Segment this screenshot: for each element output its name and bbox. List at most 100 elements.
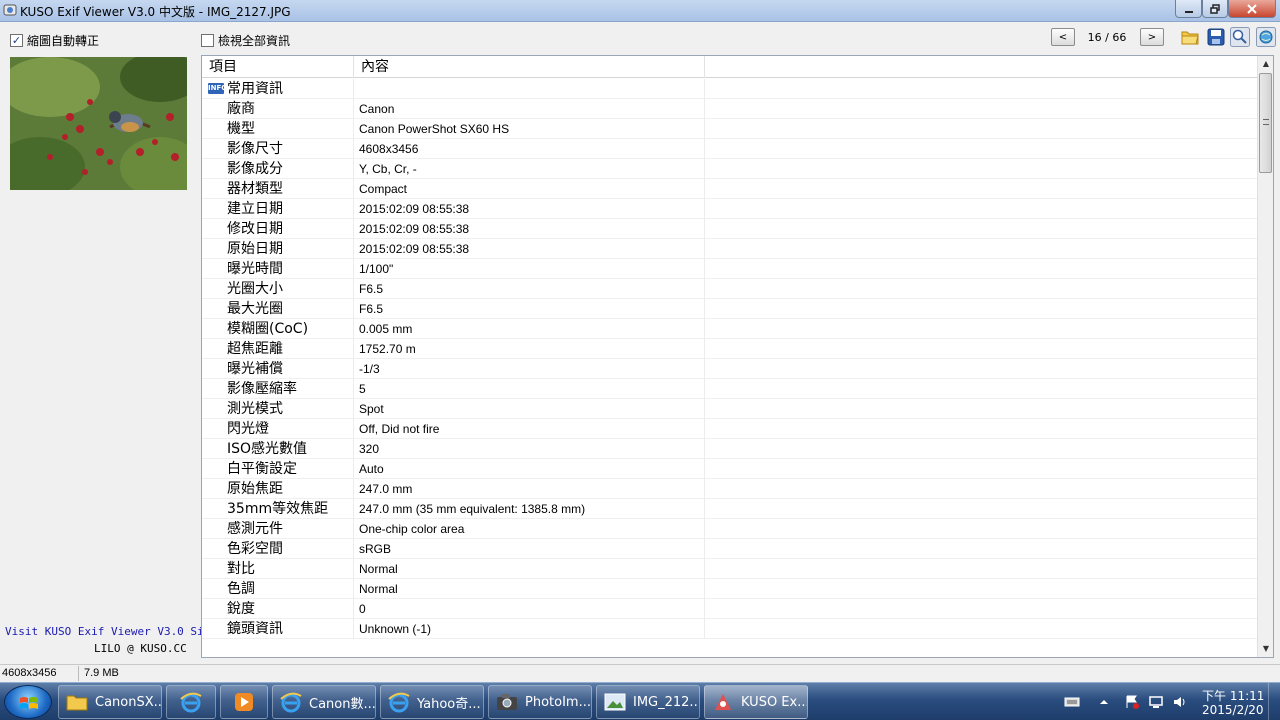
clock-date[interactable]: 2015/2/20 bbox=[1202, 703, 1264, 717]
close-button[interactable] bbox=[1228, 0, 1276, 18]
table-row[interactable]: 對比 Normal bbox=[202, 559, 1258, 579]
table-row[interactable]: 原始焦距 247.0 mm bbox=[202, 479, 1258, 499]
table-row[interactable]: 白平衡設定 Auto bbox=[202, 459, 1258, 479]
item-cell: 超焦距離 bbox=[202, 339, 354, 359]
status-divider bbox=[78, 666, 79, 681]
scrollbar-thumb[interactable] bbox=[1259, 73, 1272, 173]
table-row[interactable]: 鏡頭資訊 Unknown (-1) bbox=[202, 619, 1258, 639]
table-row[interactable]: 35mm等效焦距 247.0 mm (35 mm equivalent: 1385… bbox=[202, 499, 1258, 519]
taskbar-button[interactable]: Canon數... bbox=[272, 685, 376, 719]
table-row[interactable]: 色調 Normal bbox=[202, 579, 1258, 599]
table-row[interactable]: 測光模式 Spot bbox=[202, 399, 1258, 419]
table-row[interactable]: 修改日期 2015:02:09 08:55:38 bbox=[202, 219, 1258, 239]
table-row[interactable]: 曝光補償 -1/3 bbox=[202, 359, 1258, 379]
keyboard-icon[interactable] bbox=[1064, 694, 1080, 710]
value-cell: One-chip color area bbox=[354, 519, 705, 539]
next-image-button[interactable]: > bbox=[1140, 28, 1164, 46]
taskbar-button-label: KUSO Ex... bbox=[741, 694, 808, 710]
value-cell: 2015:02:09 08:55:38 bbox=[354, 239, 705, 259]
item-cell: 器材類型 bbox=[202, 179, 354, 199]
table-row[interactable]: 模糊圈(CoC) 0.005 mm bbox=[202, 319, 1258, 339]
table-row[interactable]: ISO感光數值 320 bbox=[202, 439, 1258, 459]
show-all-label: 檢視全部資訊 bbox=[218, 34, 291, 48]
item-cell: 影像尺寸 bbox=[202, 139, 354, 159]
table-row[interactable]: 最大光圈 F6.5 bbox=[202, 299, 1258, 319]
action-center-flag-icon[interactable] bbox=[1124, 694, 1140, 710]
table-row[interactable]: 曝光時間 1/100" bbox=[202, 259, 1258, 279]
start-button[interactable] bbox=[4, 685, 52, 719]
item-cell: 原始焦距 bbox=[202, 479, 354, 499]
taskbar-button-label: PhotoIm... bbox=[525, 694, 591, 710]
taskbar-button[interactable] bbox=[220, 685, 268, 719]
restore-icon bbox=[1210, 3, 1220, 14]
exif-list-view[interactable]: 項目 內容 INFO 常用資訊 廠商 Canon 機型 Canon PowerShot… bbox=[201, 55, 1274, 658]
table-row[interactable]: 光圈大小 F6.5 bbox=[202, 279, 1258, 299]
item-cell: 色調 bbox=[202, 579, 354, 599]
group-row-common-info[interactable]: INFO 常用資訊 bbox=[202, 79, 1258, 99]
table-row[interactable]: 閃光燈 Off, Did not fire bbox=[202, 419, 1258, 439]
minimize-icon bbox=[1184, 10, 1193, 13]
minimize-button[interactable] bbox=[1175, 0, 1202, 18]
ie-icon bbox=[279, 690, 303, 714]
show-desktop-button[interactable] bbox=[1268, 683, 1280, 720]
network-icon[interactable] bbox=[1148, 694, 1164, 710]
taskbar-button[interactable]: Yahoo奇... bbox=[380, 685, 484, 719]
zoom-button[interactable] bbox=[1230, 27, 1250, 47]
value-cell: Y, Cb, Cr, - bbox=[354, 159, 705, 179]
scroll-up-arrow-icon[interactable]: ▲ bbox=[1258, 56, 1273, 72]
value-cell: Canon bbox=[354, 99, 705, 119]
column-header-content[interactable]: 內容 bbox=[354, 56, 705, 78]
show-all-checkbox[interactable]: 檢視全部資訊 bbox=[201, 32, 290, 49]
magnifier-icon bbox=[1230, 27, 1250, 47]
maximize-button[interactable] bbox=[1202, 0, 1228, 18]
open-folder-button[interactable] bbox=[1180, 27, 1200, 47]
clock-time[interactable]: 下午 11:11 bbox=[1202, 687, 1264, 704]
value-cell: 2015:02:09 08:55:38 bbox=[354, 199, 705, 219]
table-row[interactable]: 感測元件 One-chip color area bbox=[202, 519, 1258, 539]
table-row[interactable]: 影像壓縮率 5 bbox=[202, 379, 1258, 399]
table-row[interactable]: 器材類型 Compact bbox=[202, 179, 1258, 199]
page-counter: 16 / 66 bbox=[1087, 31, 1127, 44]
taskbar-button[interactable] bbox=[166, 685, 216, 719]
item-cell: 機型 bbox=[202, 119, 354, 139]
speaker-icon[interactable] bbox=[1172, 694, 1188, 710]
table-row[interactable]: 廠商 Canon bbox=[202, 99, 1258, 119]
table-row[interactable]: 銳度 0 bbox=[202, 599, 1258, 619]
taskbar-button[interactable]: IMG_212... bbox=[596, 685, 700, 719]
ie-icon bbox=[179, 690, 203, 714]
table-row[interactable]: 原始日期 2015:02:09 08:55:38 bbox=[202, 239, 1258, 259]
save-button[interactable] bbox=[1206, 27, 1226, 47]
taskbar-button[interactable]: KUSO Ex... bbox=[704, 685, 808, 719]
list-header: 項目 內容 bbox=[202, 56, 1258, 78]
table-row[interactable]: 影像成分 Y, Cb, Cr, - bbox=[202, 159, 1258, 179]
value-cell: 1752.70 m bbox=[354, 339, 705, 359]
scroll-down-arrow-icon[interactable]: ▼ bbox=[1258, 641, 1273, 657]
chevron-left-icon: < bbox=[1058, 31, 1068, 43]
column-header-item[interactable]: 項目 bbox=[202, 56, 354, 78]
title-bar[interactable]: KUSO Exif Viewer V3.0 中文版 - IMG_2127.JPG bbox=[0, 0, 1280, 22]
value-cell: Off, Did not fire bbox=[354, 419, 705, 439]
taskbar-button-label: Canon數... bbox=[309, 696, 376, 712]
value-cell: Normal bbox=[354, 559, 705, 579]
table-row[interactable]: 機型 Canon PowerShot SX60 HS bbox=[202, 119, 1258, 139]
folder-icon bbox=[65, 690, 89, 714]
table-row[interactable]: 色彩空間 sRGB bbox=[202, 539, 1258, 559]
previous-image-button[interactable]: < bbox=[1051, 28, 1075, 46]
auto-rotate-checkbox[interactable]: ✓ 縮圖自動轉正 bbox=[10, 32, 99, 49]
taskbar-button-label: CanonSX... bbox=[95, 694, 162, 710]
empty-checkbox-icon[interactable] bbox=[201, 34, 214, 47]
taskbar-button[interactable]: CanonSX... bbox=[58, 685, 162, 719]
web-button[interactable] bbox=[1256, 27, 1276, 47]
table-row[interactable]: 影像尺寸 4608x3456 bbox=[202, 139, 1258, 159]
visit-site-link[interactable]: Visit KUSO Exif Viewer V3.0 Site bbox=[5, 625, 217, 638]
chevron-up-icon[interactable] bbox=[1096, 694, 1112, 710]
value-cell: Auto bbox=[354, 459, 705, 479]
table-row[interactable]: 超焦距離 1752.70 m bbox=[202, 339, 1258, 359]
checkmark-icon[interactable]: ✓ bbox=[10, 34, 23, 47]
taskbar-button[interactable]: PhotoIm... bbox=[488, 685, 592, 719]
vertical-scrollbar[interactable]: ▲ ▼ bbox=[1257, 56, 1273, 657]
item-cell: 感測元件 bbox=[202, 519, 354, 539]
value-cell: Canon PowerShot SX60 HS bbox=[354, 119, 705, 139]
item-cell: 鏡頭資訊 bbox=[202, 619, 354, 639]
table-row[interactable]: 建立日期 2015:02:09 08:55:38 bbox=[202, 199, 1258, 219]
